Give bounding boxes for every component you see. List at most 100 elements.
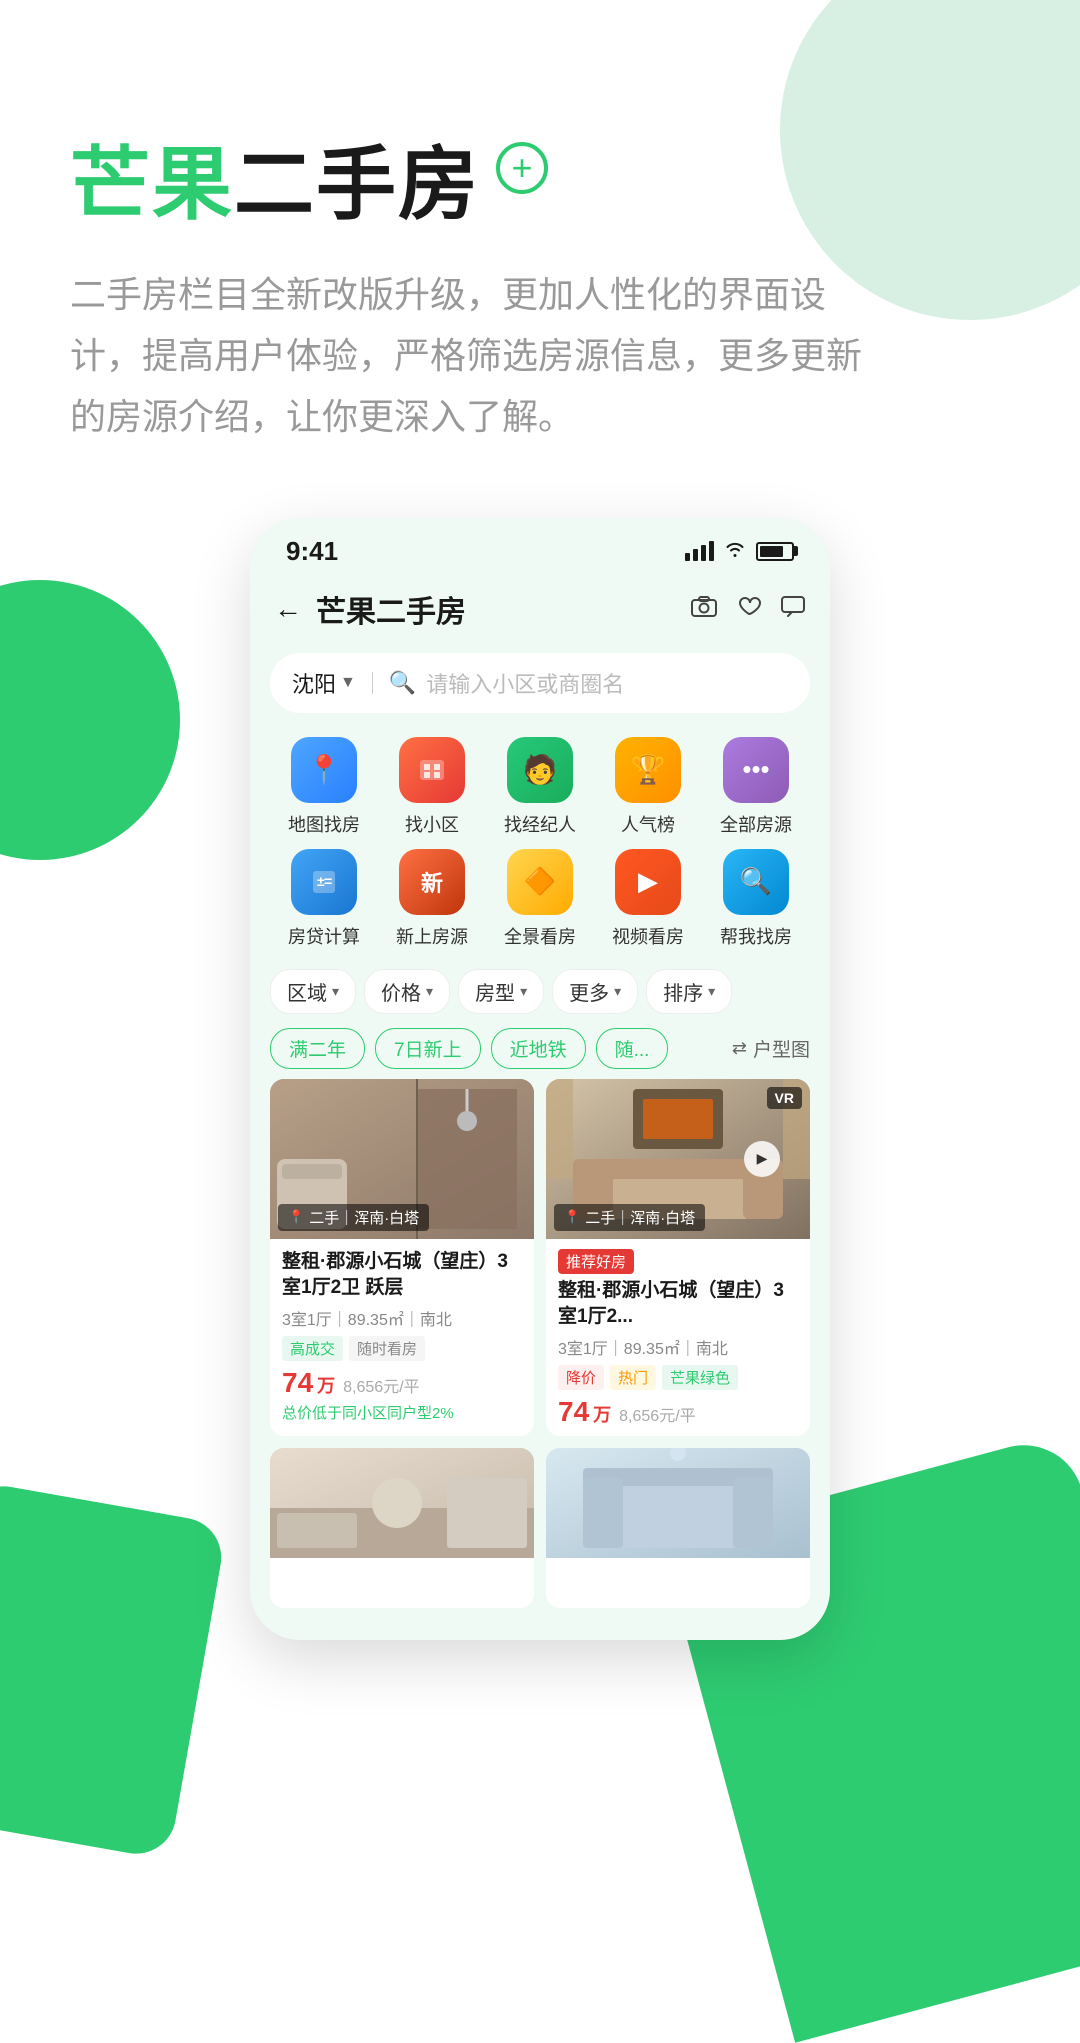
quick-item-all[interactable]: ••• 全部房源 xyxy=(702,737,810,837)
camera-icon[interactable] xyxy=(690,592,718,626)
nav-bar: ← 芒果二手房 xyxy=(250,575,830,643)
listing-photo-4 xyxy=(546,1448,810,1558)
listing-card-4[interactable] xyxy=(546,1448,810,1608)
phone-mockup-wrapper: 9:41 xyxy=(0,518,1080,1640)
tags-bar: 满二年 7日新上 近地铁 随... ⇄ 户型图 xyxy=(250,1022,830,1079)
search-location[interactable]: 沈阳 ▼ xyxy=(292,667,356,699)
play-button-2[interactable]: ▶ xyxy=(744,1141,780,1177)
title-rest: 二手房 xyxy=(234,120,480,236)
vr-badge-2: VR xyxy=(767,1087,802,1109)
filter-sort[interactable]: 排序 ▾ xyxy=(646,969,732,1014)
phone-mockup: 9:41 xyxy=(250,518,830,1640)
app-title: 芒果 二手房 + xyxy=(70,120,1010,236)
listing-card-1[interactable]: 📍 二手｜浑南·白塔 整租·郡源小石城（望庄）3室1厅2卫 跃层 3室1厅｜89… xyxy=(270,1079,534,1436)
filter-bar: 区域 ▾ 价格 ▾ 房型 ▾ 更多 ▾ 排序 ▾ xyxy=(250,961,830,1022)
nav-title: 芒果二手房 xyxy=(316,587,466,631)
price-unit-1: 万 xyxy=(317,1372,335,1398)
quick-item-community[interactable]: 找小区 xyxy=(378,737,486,837)
tag-new-7days[interactable]: 7日新上 xyxy=(375,1028,481,1069)
price-per-2: 8,656元/平 xyxy=(619,1402,696,1426)
wifi-icon xyxy=(724,538,746,564)
quick-label-find: 帮我找房 xyxy=(720,923,792,949)
panorama-icon-wrap: 🔶 xyxy=(507,849,573,915)
quick-item-find[interactable]: 🔍 帮我找房 xyxy=(702,849,810,949)
quick-item-agent[interactable]: 🧑 找经纪人 xyxy=(486,737,594,837)
filter-price[interactable]: 价格 ▾ xyxy=(364,969,450,1014)
floor-plan-icon: ⇄ xyxy=(732,1038,747,1059)
video-icon-wrap: ▶ xyxy=(615,849,681,915)
filter-more[interactable]: 更多 ▾ xyxy=(552,969,638,1014)
community-icon-wrap xyxy=(399,737,465,803)
quick-label-agent: 找经纪人 xyxy=(504,811,576,837)
quick-label-calculator: 房贷计算 xyxy=(288,923,360,949)
price-arrow: ▾ xyxy=(426,983,433,1000)
quick-menu: 📍 地图找房 xyxy=(250,729,830,949)
quick-label-panorama: 全景看房 xyxy=(504,923,576,949)
status-time: 9:41 xyxy=(286,536,338,567)
add-button[interactable]: + xyxy=(496,142,548,194)
tag-flexible[interactable]: 随... xyxy=(596,1028,669,1069)
quick-item-new[interactable]: 新 新上房源 xyxy=(378,849,486,949)
listing-img-1: 📍 二手｜浑南·白塔 xyxy=(270,1079,534,1239)
price-per-1: 8,656元/平 xyxy=(343,1373,420,1397)
title-mango: 芒果 xyxy=(70,120,234,236)
tag-metro[interactable]: 近地铁 xyxy=(491,1028,586,1069)
quick-label-video: 视频看房 xyxy=(612,923,684,949)
floor-plan-toggle[interactable]: ⇄ 户型图 xyxy=(732,1035,810,1062)
listing-info-1: 整租·郡源小石城（望庄）3室1厅2卫 跃层 3室1厅｜89.35㎡｜南北 高成交… xyxy=(270,1239,534,1431)
status-bar: 9:41 xyxy=(250,518,830,575)
back-button[interactable]: ← xyxy=(274,593,302,625)
quick-label-all: 全部房源 xyxy=(720,811,792,837)
listing-location-tag-1: 📍 二手｜浑南·白塔 xyxy=(278,1204,429,1231)
plus-icon: + xyxy=(511,150,532,186)
recommended-badge-2: 推荐好房 xyxy=(558,1249,634,1274)
new-icon-wrap: 新 xyxy=(399,849,465,915)
type-arrow: ▾ xyxy=(520,983,527,1000)
quick-item-calculator[interactable]: ± = 房贷计算 xyxy=(270,849,378,949)
listing-card-2[interactable]: 📍 二手｜浑南·白塔 ▶ VR 推荐好房 整租·郡源小石城（望庄）3室1厅2..… xyxy=(546,1079,810,1436)
listing-tag-high-deal: 高成交 xyxy=(282,1336,343,1361)
find-icon-wrap: 🔍 xyxy=(723,849,789,915)
quick-label-popular: 人气榜 xyxy=(621,811,675,837)
nav-right xyxy=(690,592,806,626)
quick-item-panorama[interactable]: 🔶 全景看房 xyxy=(486,849,594,949)
agent-icon-wrap: 🧑 xyxy=(507,737,573,803)
listing-card-3[interactable] xyxy=(270,1448,534,1608)
listing-title-1: 整租·郡源小石城（望庄）3室1厅2卫 跃层 xyxy=(282,1249,522,1302)
search-divider xyxy=(372,672,373,694)
more-arrow: ▾ xyxy=(614,983,621,1000)
all-icon-wrap: ••• xyxy=(723,737,789,803)
svg-text:=: = xyxy=(324,873,332,889)
listing-photo-3 xyxy=(270,1448,534,1558)
price-unit-2: 万 xyxy=(593,1401,611,1427)
listings-grid: 📍 二手｜浑南·白塔 整租·郡源小石城（望庄）3室1厅2卫 跃层 3室1厅｜89… xyxy=(250,1079,830,1436)
quick-item-popular[interactable]: 🏆 人气榜 xyxy=(594,737,702,837)
map-icon-wrap: 📍 xyxy=(291,737,357,803)
search-icon: 🔍 xyxy=(389,670,416,696)
sort-arrow: ▾ xyxy=(708,983,715,1000)
listing-img-3 xyxy=(270,1448,534,1608)
search-bar[interactable]: 沈阳 ▼ 🔍 请输入小区或商圈名 xyxy=(270,653,810,713)
battery-icon xyxy=(756,542,794,561)
popular-icon-wrap: 🏆 xyxy=(615,737,681,803)
area-arrow: ▾ xyxy=(332,983,339,1000)
filter-type[interactable]: 房型 ▾ xyxy=(458,969,544,1014)
listings-grid-row2 xyxy=(250,1448,830,1620)
quick-item-video[interactable]: ▶ 视频看房 xyxy=(594,849,702,949)
tag-two-years[interactable]: 满二年 xyxy=(270,1028,365,1069)
listing-price-1: 74 万 8,656元/平 xyxy=(282,1367,522,1399)
wishlist-icon[interactable] xyxy=(736,592,762,626)
message-icon[interactable] xyxy=(780,592,806,626)
quick-label-map: 地图找房 xyxy=(288,811,360,837)
quick-label-community: 找小区 xyxy=(405,811,459,837)
app-subtitle: 二手房栏目全新改版升级，更加人性化的界面设计，提高用户体验，严格筛选房源信息，更… xyxy=(70,264,890,448)
listing-tag-anytime: 随时看房 xyxy=(349,1336,425,1361)
listing-price-2: 74 万 8,656元/平 xyxy=(558,1396,798,1428)
filter-area[interactable]: 区域 ▾ xyxy=(270,969,356,1014)
listing-title-2: 整租·郡源小石城（望庄）3室1厅2... xyxy=(558,1278,798,1331)
quick-label-new: 新上房源 xyxy=(396,923,468,949)
search-input[interactable]: 请输入小区或商圈名 xyxy=(426,667,624,699)
listing-specs-1: 3室1厅｜89.35㎡｜南北 xyxy=(282,1306,522,1330)
nav-left: ← 芒果二手房 xyxy=(274,587,466,631)
quick-item-map[interactable]: 📍 地图找房 xyxy=(270,737,378,837)
